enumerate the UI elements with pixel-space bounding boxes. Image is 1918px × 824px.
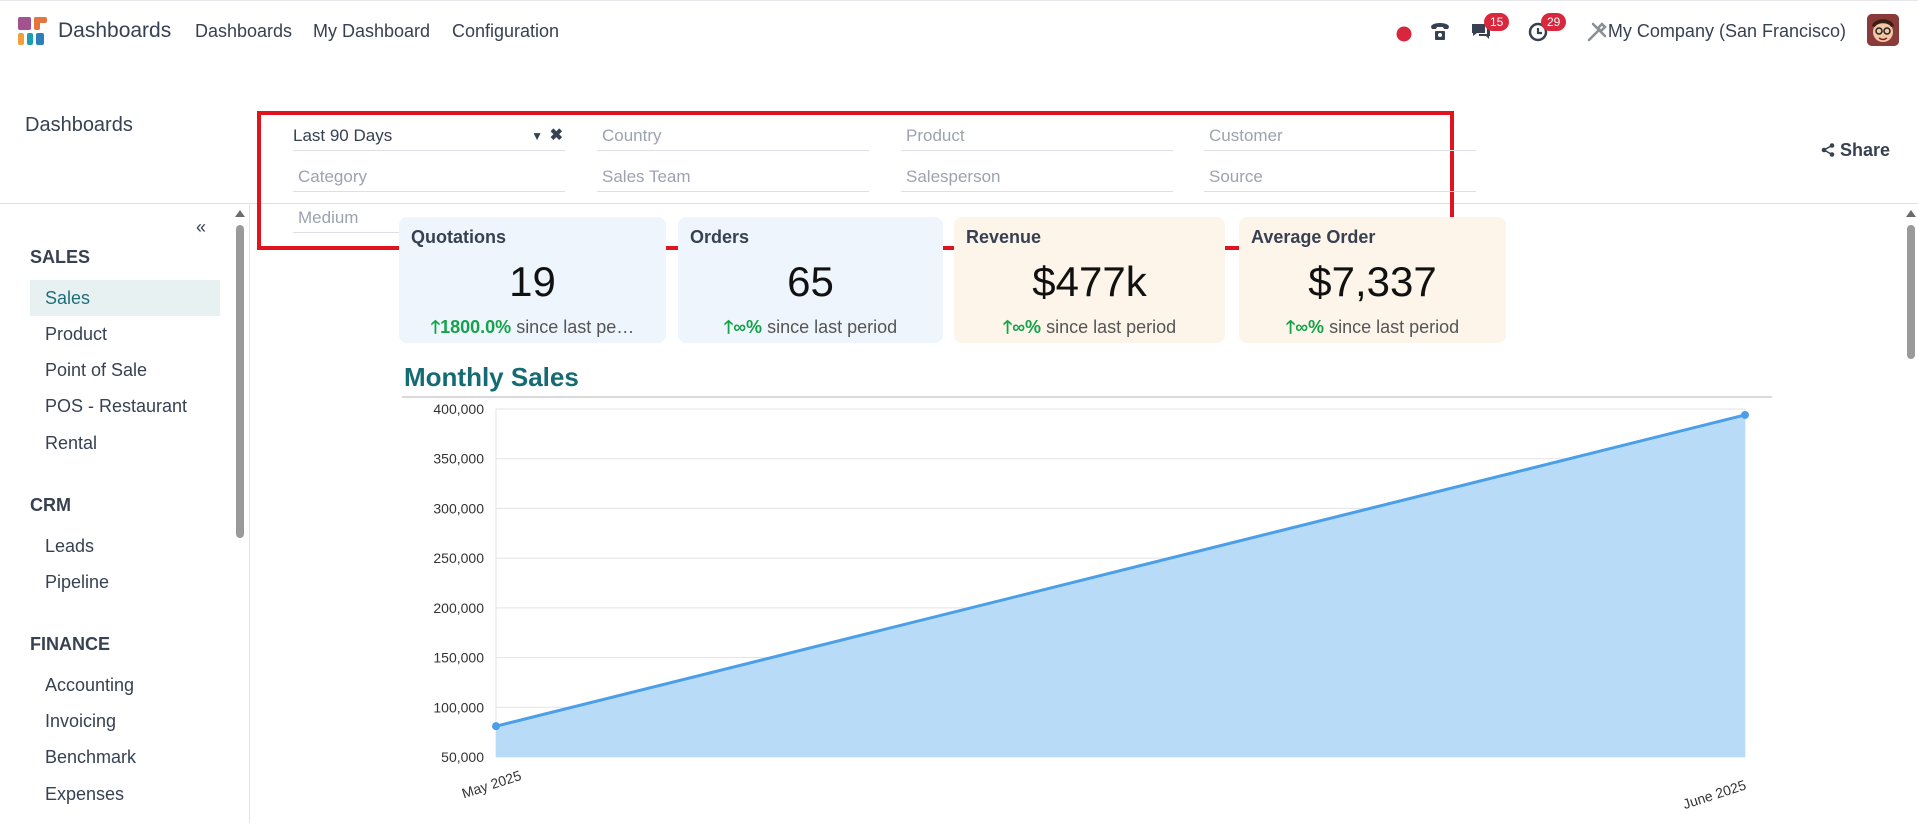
sidebar-item-product[interactable]: Product bbox=[30, 316, 220, 352]
y-tick-label: 300,000 bbox=[433, 500, 484, 516]
messages-badge: 15 bbox=[1484, 13, 1510, 31]
monthly-sales-chart[interactable]: 400,000 350,000 300,000 250,000 200,000 150,0… bbox=[380, 399, 1800, 824]
kpi-trend-value: 1800.0% bbox=[440, 317, 512, 337]
arrow-up-icon: 🡑 bbox=[723, 317, 734, 337]
kpi-trend-text: since last period bbox=[1329, 317, 1460, 337]
kpi-card-orders[interactable]: Orders 65 🡑∞% since last period bbox=[678, 217, 943, 343]
section-title-finance: FINANCE bbox=[30, 634, 110, 654]
menu-configuration[interactable]: Configuration bbox=[452, 21, 559, 42]
y-tick-label: 100,000 bbox=[433, 699, 484, 715]
y-tick-label: 350,000 bbox=[433, 451, 484, 467]
sidebar-scrollbar[interactable] bbox=[233, 205, 247, 823]
kpi-trend-text: since last pe… bbox=[516, 317, 635, 337]
x-tick-label: June 2025 bbox=[1681, 777, 1748, 812]
x-tick-label: May 2025 bbox=[460, 767, 524, 801]
kpi-title: Average Order bbox=[1251, 227, 1376, 247]
sidebar-item-invoicing[interactable]: Invoicing bbox=[30, 703, 220, 739]
kpi-value: 19 bbox=[509, 258, 556, 305]
share-label: Share bbox=[1839, 140, 1890, 160]
period-filter[interactable]: Last 90 Days ▼ ✖ bbox=[293, 121, 565, 151]
activities-badge: 29 bbox=[1541, 13, 1567, 31]
source-filter[interactable]: Source bbox=[1204, 162, 1476, 192]
kpi-card-quotations[interactable]: Quotations 19 🡑1800.0% since last pe… bbox=[399, 217, 666, 343]
main-content: Quotations 19 🡑1800.0% since last pe… Or… bbox=[250, 205, 1918, 823]
sidebar-item-benchmark[interactable]: Benchmark bbox=[30, 739, 220, 775]
tools-icon[interactable] bbox=[1584, 16, 1610, 48]
kpi-trend: 🡑1800.0% since last pe… bbox=[399, 315, 666, 345]
kpi-trend-text: since last period bbox=[1046, 317, 1177, 337]
messages-icon[interactable]: 15 bbox=[1468, 13, 1510, 47]
scroll-up-arrow-icon[interactable] bbox=[233, 207, 247, 219]
dashboards-app-icon[interactable] bbox=[18, 17, 48, 45]
data-point bbox=[492, 722, 500, 731]
category-filter[interactable]: Category bbox=[293, 162, 565, 192]
y-tick-label: 250,000 bbox=[433, 550, 484, 566]
country-filter[interactable]: Country bbox=[597, 121, 869, 151]
kpi-title: Revenue bbox=[966, 227, 1042, 247]
sales-area-fill bbox=[496, 414, 1745, 757]
company-switcher[interactable]: My Company (San Francisco) bbox=[1608, 21, 1846, 42]
app-title[interactable]: Dashboards bbox=[58, 19, 171, 43]
salesperson-filter[interactable]: Salesperson bbox=[901, 162, 1173, 192]
sidebar-item-accounting[interactable]: Accounting bbox=[30, 667, 220, 703]
sidebar-item-pos-restaurant[interactable]: POS - Restaurant bbox=[30, 388, 220, 424]
product-filter[interactable]: Product bbox=[901, 121, 1173, 151]
menu-my-dashboard[interactable]: My Dashboard bbox=[313, 21, 430, 42]
control-panel: Dashboards Last 90 Days ▼ ✖ Country Prod… bbox=[0, 60, 1918, 250]
caret-down-icon[interactable]: ▼ bbox=[531, 121, 543, 151]
sidebar-item-pipeline[interactable]: Pipeline bbox=[30, 564, 220, 600]
clear-filter-icon[interactable]: ✖ bbox=[550, 121, 563, 151]
period-filter-value: Last 90 Days bbox=[293, 126, 393, 145]
section-title-crm: CRM bbox=[30, 495, 71, 515]
scroll-up-arrow-icon[interactable] bbox=[1904, 207, 1918, 219]
recording-indicator-icon[interactable] bbox=[1394, 18, 1414, 50]
sidebar-item-leads[interactable]: Leads bbox=[30, 528, 220, 564]
kpi-trend: 🡑∞% since last period bbox=[1239, 315, 1506, 345]
kpi-value: $7,337 bbox=[1308, 258, 1437, 305]
arrow-up-icon: 🡑 bbox=[1285, 317, 1296, 337]
kpi-title: Quotations bbox=[411, 227, 506, 247]
top-navbar: Dashboards Dashboards My Dashboard Confi… bbox=[0, 0, 1918, 60]
sidebar-item-expenses[interactable]: Expenses bbox=[30, 776, 220, 812]
user-avatar[interactable] bbox=[1867, 14, 1899, 46]
kpi-trend-value: ∞% bbox=[733, 317, 763, 337]
y-tick-label: 400,000 bbox=[433, 401, 484, 417]
phone-icon[interactable] bbox=[1427, 15, 1453, 47]
sidebar-item-sales[interactable]: Sales bbox=[30, 280, 220, 316]
data-point bbox=[1741, 410, 1749, 419]
share-icon bbox=[1821, 143, 1835, 157]
kpi-card-average-order[interactable]: Average Order $7,337 🡑∞% since last peri… bbox=[1239, 217, 1506, 343]
sidebar-scroll-thumb[interactable] bbox=[236, 225, 244, 538]
collapse-sidebar-icon[interactable]: « bbox=[196, 217, 206, 238]
customer-filter[interactable]: Customer bbox=[1204, 121, 1476, 151]
arrow-up-icon: 🡑 bbox=[1002, 317, 1013, 337]
sidebar: « SALES Sales Product Point of Sale POS … bbox=[0, 205, 250, 823]
main-scrollbar[interactable] bbox=[1904, 205, 1918, 823]
kpi-value: $477k bbox=[1032, 258, 1147, 305]
kpi-trend: 🡑∞% since last period bbox=[954, 315, 1225, 345]
kpi-title: Orders bbox=[690, 227, 750, 247]
sales-team-filter[interactable]: Sales Team bbox=[597, 162, 869, 192]
y-tick-label: 150,000 bbox=[433, 650, 484, 666]
sidebar-item-rental[interactable]: Rental bbox=[30, 425, 220, 461]
y-tick-label: 50,000 bbox=[441, 749, 484, 765]
sidebar-item-point-of-sale[interactable]: Point of Sale bbox=[30, 352, 220, 388]
chart-title: Monthly Sales bbox=[404, 362, 579, 392]
y-tick-label: 200,000 bbox=[433, 600, 484, 616]
kpi-trend-value: ∞% bbox=[1295, 317, 1325, 337]
kpi-trend: 🡑∞% since last period bbox=[678, 315, 943, 345]
activities-clock-icon[interactable]: 29 bbox=[1526, 13, 1567, 47]
kpi-trend-value: ∞% bbox=[1012, 317, 1042, 337]
share-button[interactable]: Share bbox=[1821, 140, 1890, 161]
kpi-trend-text: since last period bbox=[767, 317, 898, 337]
kpi-card-revenue[interactable]: Revenue $477k 🡑∞% since last period bbox=[954, 217, 1225, 343]
chart-title-divider bbox=[402, 396, 1772, 398]
arrow-up-icon: 🡑 bbox=[430, 317, 441, 337]
section-title-sales: SALES bbox=[30, 247, 91, 267]
menu-dashboards[interactable]: Dashboards bbox=[195, 21, 292, 42]
main-scroll-thumb[interactable] bbox=[1907, 225, 1915, 359]
breadcrumb: Dashboards bbox=[25, 114, 133, 136]
kpi-value: 65 bbox=[787, 258, 834, 305]
